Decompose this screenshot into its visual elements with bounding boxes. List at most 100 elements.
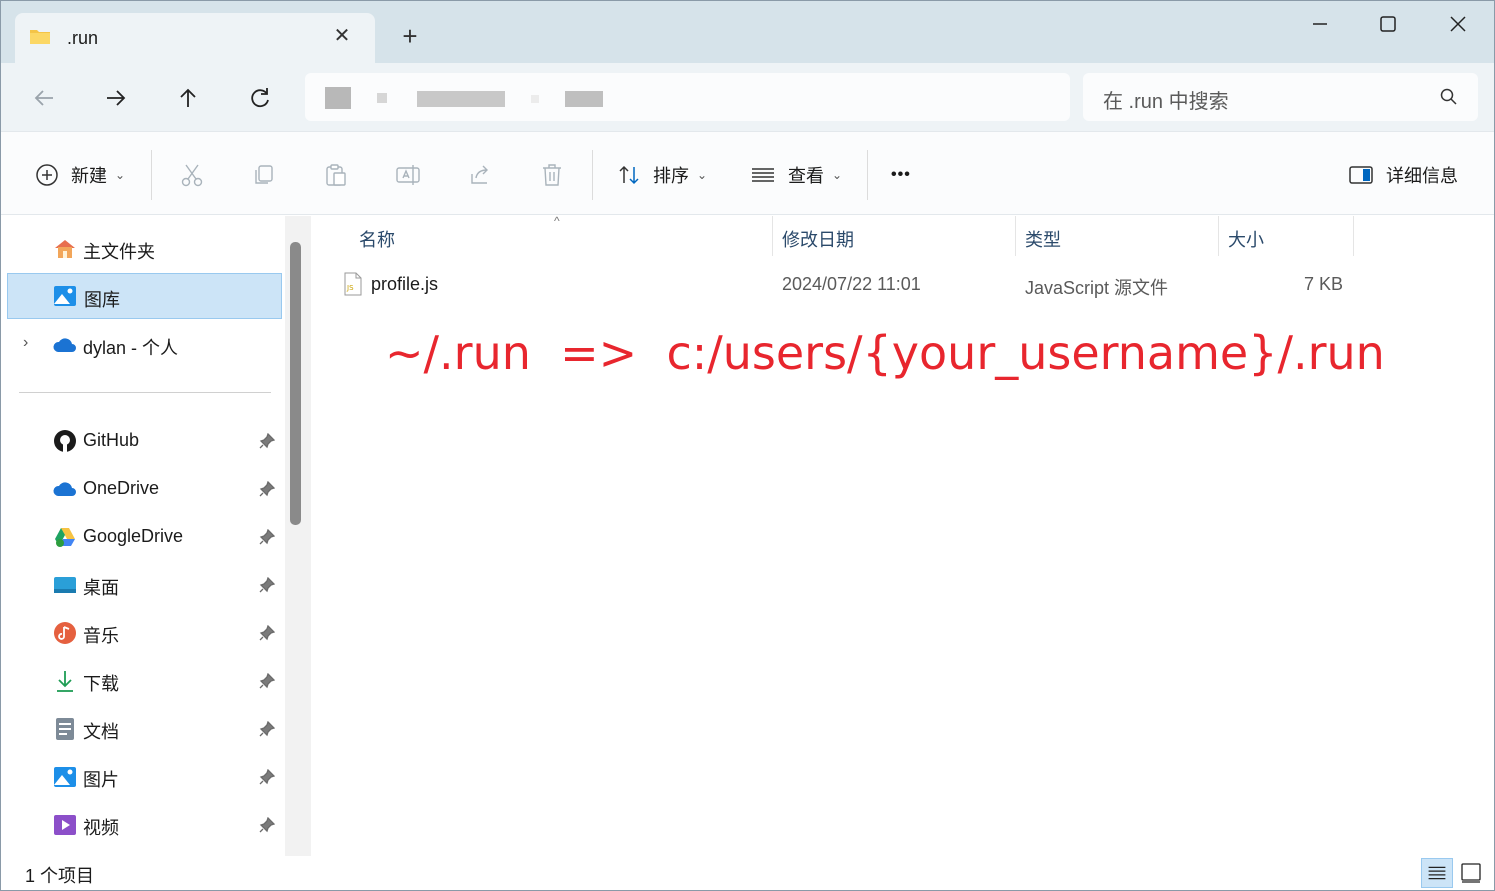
delete-icon[interactable] bbox=[539, 162, 565, 188]
sidebar-item-label: GitHub bbox=[83, 430, 140, 450]
title-bar: .run ✕ + bbox=[1, 1, 1494, 63]
onedrive-icon bbox=[53, 482, 76, 496]
item-count: 1 个项目 bbox=[25, 866, 95, 886]
redacted-path bbox=[377, 93, 387, 103]
refresh-icon[interactable] bbox=[245, 83, 275, 113]
navigation-pane: 主文件夹 图库 › dylan - 个人 GitHub OneDrive Goo… bbox=[1, 216, 291, 856]
sidebar-item-label: 视频 bbox=[83, 818, 119, 838]
sidebar-item-documents[interactable]: 文档 bbox=[7, 706, 282, 752]
sidebar-item-github[interactable]: GitHub bbox=[7, 418, 282, 464]
sidebar-item-label: 下载 bbox=[83, 674, 119, 694]
sidebar-scrollbar-thumb[interactable] bbox=[290, 242, 301, 525]
googledrive-icon bbox=[55, 528, 75, 547]
column-header-label: 类型 bbox=[1025, 230, 1061, 250]
command-bar: 新建 ⌄ 排序 ⌄ 查看 ⌄ ••• 详细信息 bbox=[1, 131, 1494, 215]
cut-icon[interactable] bbox=[179, 162, 205, 188]
back-arrow-icon[interactable] bbox=[29, 83, 59, 113]
pin-icon bbox=[259, 769, 275, 785]
column-divider[interactable] bbox=[1218, 216, 1219, 256]
videos-icon bbox=[54, 815, 76, 835]
sidebar-item-onedrive[interactable]: OneDrive bbox=[7, 466, 282, 512]
pin-icon bbox=[259, 481, 275, 497]
new-tab-button[interactable]: + bbox=[397, 23, 423, 49]
status-bar: 1 个项目 bbox=[1, 856, 1494, 890]
file-list: 名称 ^ 修改日期 类型 大小 JS profile.js 2024/07/22… bbox=[311, 214, 1494, 856]
more-icon: ••• bbox=[891, 166, 911, 183]
share-icon[interactable] bbox=[467, 162, 493, 188]
sidebar-item-label: OneDrive bbox=[83, 478, 160, 498]
add-circle-icon bbox=[36, 164, 58, 186]
file-row[interactable]: JS profile.js 2024/07/22 11:01 JavaScrip… bbox=[311, 268, 1494, 304]
new-button[interactable]: 新建 ⌄ bbox=[35, 160, 125, 190]
search-input[interactable]: 在 .run 中搜索 bbox=[1083, 73, 1478, 121]
file-type: JavaScript 源文件 bbox=[1025, 278, 1169, 298]
minimize-icon[interactable] bbox=[1297, 9, 1343, 39]
tab-close-icon[interactable]: ✕ bbox=[331, 25, 353, 47]
large-icons-view-icon[interactable] bbox=[1455, 858, 1487, 888]
sidebar-item-desktop[interactable]: 桌面 bbox=[7, 562, 282, 608]
column-divider[interactable] bbox=[1353, 216, 1354, 256]
maximize-icon[interactable] bbox=[1365, 9, 1411, 39]
sidebar-item-label: 主文件夹 bbox=[83, 242, 155, 262]
path-annotation: ~/.run => c:/users/{your_username}/.run bbox=[385, 326, 1385, 380]
chevron-down-icon: ⌄ bbox=[697, 168, 708, 182]
redacted-path bbox=[565, 91, 603, 107]
close-icon[interactable] bbox=[1435, 9, 1481, 39]
column-header-size[interactable]: 大小 bbox=[1228, 216, 1264, 256]
pin-icon bbox=[259, 577, 275, 593]
column-header-modified[interactable]: 修改日期 bbox=[782, 216, 854, 256]
sidebar-item-downloads[interactable]: 下载 bbox=[7, 658, 282, 704]
column-header-name[interactable]: 名称 bbox=[359, 216, 395, 256]
column-header-label: 名称 bbox=[359, 230, 395, 250]
redacted-path bbox=[325, 87, 351, 109]
more-options-button[interactable]: ••• bbox=[891, 160, 911, 190]
sidebar-item-label: dylan - 个人 bbox=[83, 338, 179, 358]
desktop-icon bbox=[54, 577, 76, 593]
sidebar-item-gallery[interactable]: 图库 bbox=[7, 273, 282, 319]
file-explorer-window: .run ✕ + 在 .run 中搜索 新建 ⌄ 排序 ⌄ 查看 ⌄ ••• 详… bbox=[0, 0, 1495, 891]
search-placeholder: 在 .run 中搜索 bbox=[1103, 91, 1229, 113]
chevron-down-icon: ⌄ bbox=[832, 168, 843, 182]
details-pane-button[interactable]: 详细信息 bbox=[1348, 160, 1458, 190]
paste-icon[interactable] bbox=[323, 162, 349, 188]
details-label: 详细信息 bbox=[1386, 166, 1458, 186]
sidebar-item-label: 文档 bbox=[83, 722, 119, 742]
sidebar-item-pictures[interactable]: 图片 bbox=[7, 754, 282, 800]
sidebar-divider bbox=[19, 392, 271, 393]
sidebar-item-googledrive[interactable]: GoogleDrive bbox=[7, 514, 282, 560]
onedrive-cloud-icon bbox=[53, 338, 76, 352]
search-icon[interactable] bbox=[1439, 87, 1459, 107]
column-header-type[interactable]: 类型 bbox=[1025, 216, 1061, 256]
js-file-icon: JS bbox=[344, 272, 362, 296]
address-path-input[interactable] bbox=[305, 73, 1070, 121]
sidebar-item-music[interactable]: 音乐 bbox=[7, 610, 282, 656]
sidebar-item-home[interactable]: 主文件夹 bbox=[7, 226, 282, 272]
copy-icon[interactable] bbox=[251, 162, 277, 188]
download-icon bbox=[57, 671, 73, 692]
column-divider[interactable] bbox=[1015, 216, 1016, 256]
tab-run[interactable]: .run ✕ bbox=[15, 13, 375, 63]
view-button[interactable]: 查看 ⌄ bbox=[750, 160, 842, 190]
redacted-path bbox=[531, 95, 539, 103]
folder-icon bbox=[30, 30, 50, 44]
sidebar-item-label: 图库 bbox=[84, 290, 120, 310]
forward-arrow-icon[interactable] bbox=[101, 83, 131, 113]
sidebar-item-label: 图片 bbox=[83, 770, 119, 790]
details-view-icon[interactable] bbox=[1421, 858, 1453, 888]
toolbar-divider bbox=[151, 150, 152, 200]
documents-icon bbox=[56, 718, 74, 740]
chevron-right-icon[interactable]: › bbox=[23, 334, 28, 352]
pictures-icon bbox=[54, 767, 76, 787]
sidebar-item-onedrive-personal[interactable]: › dylan - 个人 bbox=[7, 322, 282, 368]
column-header-label: 大小 bbox=[1228, 230, 1264, 250]
new-label: 新建 bbox=[71, 166, 107, 186]
view-label: 查看 bbox=[788, 166, 824, 186]
tab-title: .run bbox=[67, 28, 99, 48]
rename-icon[interactable] bbox=[395, 162, 421, 188]
up-arrow-icon[interactable] bbox=[173, 83, 203, 113]
pin-icon bbox=[259, 817, 275, 833]
sidebar-item-videos[interactable]: 视频 bbox=[7, 802, 282, 848]
sort-button[interactable]: 排序 ⌄ bbox=[617, 160, 707, 190]
column-divider[interactable] bbox=[772, 216, 773, 256]
sort-label: 排序 bbox=[653, 166, 689, 186]
